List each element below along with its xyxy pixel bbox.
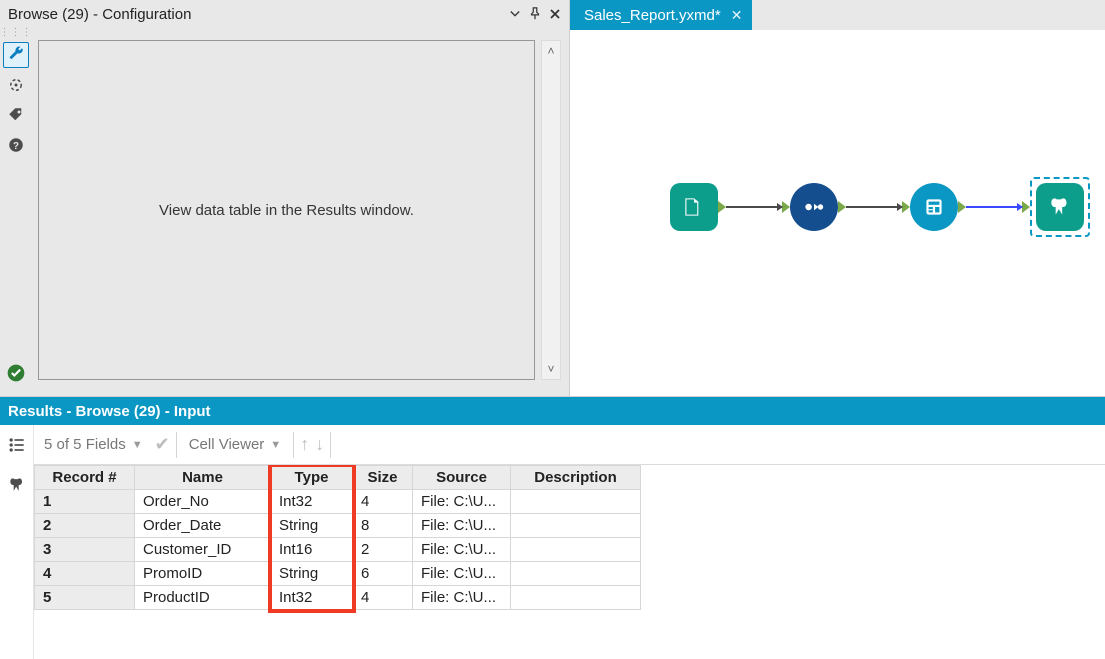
canvas-tabbar: Sales_Report.yxmd* ✕ — [570, 0, 1105, 30]
configuration-title: Browse (29) - Configuration — [8, 6, 191, 23]
cell-source: File: C:\U... — [413, 538, 511, 562]
cell-source: File: C:\U... — [413, 562, 511, 586]
col-size[interactable]: Size — [353, 466, 413, 490]
cell-description — [511, 562, 641, 586]
table-row[interactable]: 1Order_NoInt324File: C:\U... — [35, 490, 641, 514]
accept-icon[interactable] — [3, 360, 29, 386]
chevron-down-icon: ▼ — [132, 439, 143, 451]
sort-asc-icon[interactable]: ↑ — [300, 434, 309, 455]
table-row[interactable]: 4PromoIDString6File: C:\U... — [35, 562, 641, 586]
configuration-panel: Browse (29) - Configuration ⋮⋮⋮ — [0, 0, 570, 396]
results-grid-wrap: Record # Name Type Size Source Descripti… — [34, 465, 1105, 659]
cell-source: File: C:\U... — [413, 586, 511, 610]
apply-check-icon[interactable]: ✔ — [155, 434, 170, 455]
configuration-scrollbar[interactable]: ˄ ˅ — [541, 40, 561, 380]
workflow — [670, 175, 1090, 239]
cell-size: 6 — [353, 562, 413, 586]
select-tool[interactable] — [790, 183, 838, 231]
browse-tool[interactable] — [1036, 183, 1084, 231]
cell-type: String — [271, 562, 353, 586]
tag-icon[interactable] — [3, 102, 29, 128]
sort-desc-icon[interactable]: ↓ — [315, 434, 324, 455]
col-name[interactable]: Name — [135, 466, 271, 490]
close-icon[interactable] — [545, 4, 565, 24]
cell-type: Int32 — [271, 586, 353, 610]
scroll-up-icon[interactable]: ˄ — [547, 44, 554, 58]
cell-viewer-label: Cell Viewer — [189, 436, 265, 453]
cell-record: 4 — [35, 562, 135, 586]
configuration-placeholder: View data table in the Results window. — [159, 202, 414, 219]
cell-description — [511, 514, 641, 538]
tab-close-icon[interactable]: ✕ — [731, 7, 743, 24]
col-source[interactable]: Source — [413, 466, 511, 490]
workflow-tab-label: Sales_Report.yxmd* — [584, 7, 721, 24]
cell-size: 4 — [353, 586, 413, 610]
cell-source: File: C:\U... — [413, 514, 511, 538]
cell-record: 1 — [35, 490, 135, 514]
fields-summary-dropdown[interactable]: 5 of 5 Fields ▼ — [38, 436, 149, 453]
cell-record: 5 — [35, 586, 135, 610]
table-row[interactable]: 5ProductIDInt324File: C:\U... — [35, 586, 641, 610]
cell-type: String — [271, 514, 353, 538]
results-toolbar: 5 of 5 Fields ▼ ✔ Cell Viewer ▼ ↑ ↓ — [34, 425, 1105, 465]
cell-size: 2 — [353, 538, 413, 562]
cell-size: 4 — [353, 490, 413, 514]
cell-record: 2 — [35, 514, 135, 538]
input-data-tool[interactable] — [670, 183, 718, 231]
cell-description — [511, 538, 641, 562]
cell-name: Order_Date — [135, 514, 271, 538]
cell-type: Int16 — [271, 538, 353, 562]
cell-viewer-dropdown[interactable]: Cell Viewer ▼ — [183, 436, 287, 453]
cell-name: Order_No — [135, 490, 271, 514]
results-iconstrip — [0, 425, 34, 659]
target-icon[interactable] — [3, 72, 29, 98]
browse-tool-selection[interactable] — [1030, 177, 1090, 237]
canvas-panel: Sales_Report.yxmd* ✕ — [570, 0, 1105, 396]
col-record[interactable]: Record # — [35, 466, 135, 490]
fields-summary-label: 5 of 5 Fields — [44, 436, 126, 453]
cell-size: 8 — [353, 514, 413, 538]
cell-description — [511, 490, 641, 514]
formula-tool[interactable] — [910, 183, 958, 231]
table-row[interactable]: 2Order_DateString8File: C:\U... — [35, 514, 641, 538]
results-panel: Results - Browse (29) - Input 5 of 5 Fie… — [0, 396, 1105, 659]
binoculars-icon[interactable] — [0, 465, 34, 505]
canvas-surface[interactable] — [570, 30, 1105, 396]
cell-source: File: C:\U... — [413, 490, 511, 514]
table-header-row: Record # Name Type Size Source Descripti… — [35, 466, 641, 490]
scroll-down-icon[interactable]: ˅ — [547, 362, 554, 376]
help-icon[interactable]: ? — [3, 132, 29, 158]
cell-type: Int32 — [271, 490, 353, 514]
list-view-icon[interactable] — [0, 425, 34, 465]
configuration-content: View data table in the Results window. — [38, 40, 535, 380]
pin-icon[interactable] — [525, 4, 545, 24]
grip-icon[interactable]: ⋮⋮⋮ — [0, 30, 33, 38]
cell-name: ProductID — [135, 586, 271, 610]
svg-text:?: ? — [13, 141, 19, 152]
chevron-down-icon: ▼ — [270, 439, 281, 451]
table-row[interactable]: 3Customer_IDInt162File: C:\U... — [35, 538, 641, 562]
configuration-titlebar: Browse (29) - Configuration — [0, 0, 569, 28]
configuration-toolstrip: ⋮⋮⋮ ? — [0, 28, 32, 396]
cell-record: 3 — [35, 538, 135, 562]
workflow-tab[interactable]: Sales_Report.yxmd* ✕ — [570, 0, 752, 30]
cell-name: Customer_ID — [135, 538, 271, 562]
cell-description — [511, 586, 641, 610]
col-type[interactable]: Type — [271, 466, 353, 490]
results-grid[interactable]: Record # Name Type Size Source Descripti… — [34, 465, 641, 610]
col-description[interactable]: Description — [511, 466, 641, 490]
dropdown-icon[interactable] — [505, 4, 525, 24]
results-title: Results - Browse (29) - Input — [0, 397, 1105, 425]
wrench-icon[interactable] — [3, 42, 29, 68]
cell-name: PromoID — [135, 562, 271, 586]
